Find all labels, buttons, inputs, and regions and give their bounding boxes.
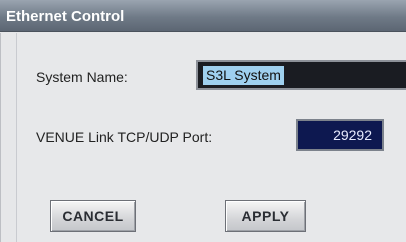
ethernet-control-dialog: Ethernet Control System Name: S3L System… [0,0,406,242]
dialog-title: Ethernet Control [6,8,125,25]
dialog-frame-divider [0,33,1,242]
dialog-titlebar: Ethernet Control [0,0,406,32]
port-input[interactable]: 29292 [296,119,384,151]
port-value: 29292 [333,127,372,143]
system-name-value: S3L System [203,66,284,85]
system-name-input[interactable]: S3L System [196,60,406,90]
cancel-button[interactable]: CANCEL [50,200,136,232]
system-name-label: System Name: [36,69,128,85]
apply-button[interactable]: APPLY [225,200,306,232]
port-label: VENUE Link TCP/UDP Port: [36,129,213,145]
